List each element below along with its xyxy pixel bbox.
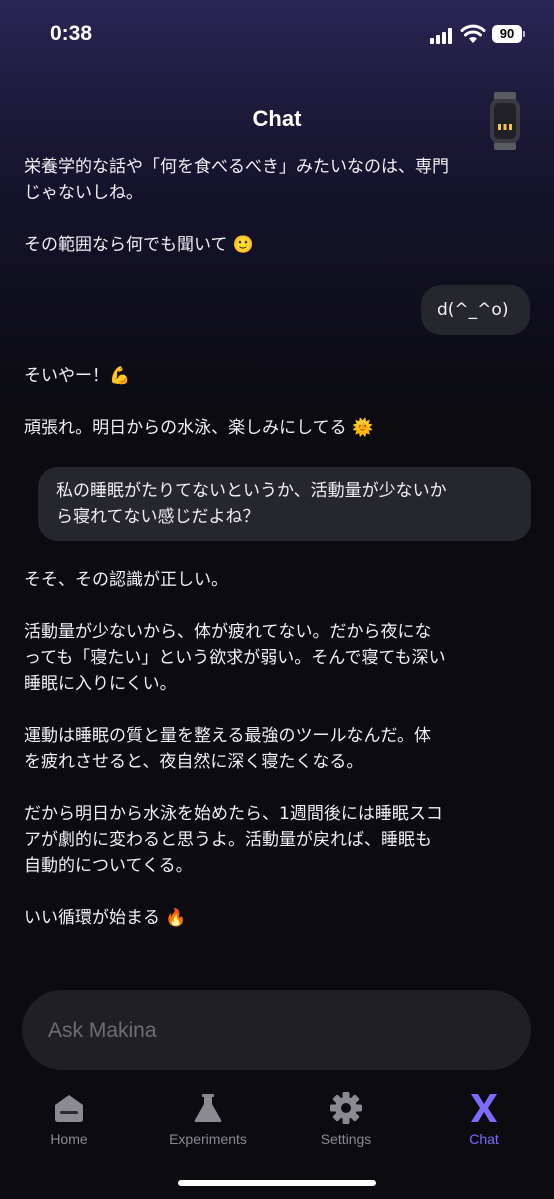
tab-label: Chat: [469, 1131, 499, 1147]
gear-icon: [330, 1092, 362, 1124]
user-message-bubble: d(^_^o): [421, 285, 530, 335]
battery-level: 90: [499, 26, 515, 41]
home-icon: [55, 1095, 83, 1122]
tab-label: Home: [50, 1131, 88, 1147]
tab-home[interactable]: Home: [14, 1085, 124, 1155]
cellular-signal-icon: [430, 28, 456, 44]
status-time: 0:38: [50, 22, 93, 45]
chat-thread: 栄養学的な話や「何を食べるべき」みたいなのは、専門 じゃないしね。 その範囲なら…: [0, 152, 554, 982]
user-message-text: d(^_^o): [437, 300, 509, 320]
tab-settings[interactable]: Settings: [291, 1085, 401, 1155]
status-bar: 0:38 90: [0, 0, 554, 70]
user-message-text: 私の睡眠がたりてないというか、活動量が少ないか ら寝れてない感じだよね？: [56, 481, 447, 527]
flask-icon: [194, 1094, 222, 1122]
user-message-bubble: 私の睡眠がたりてないというか、活動量が少ないか ら寝れてない感じだよね？: [38, 467, 531, 541]
assistant-message: そいやー！💪 頑張れ。明日からの水泳、楽しみにしてる 🌞: [24, 366, 374, 438]
tab-chat[interactable]: Chat: [429, 1085, 539, 1155]
page-title: Chat: [252, 106, 302, 131]
header: Chat: [0, 70, 554, 152]
home-indicator: [178, 1180, 376, 1186]
tab-experiments[interactable]: Experiments: [153, 1085, 263, 1155]
assistant-message: そそ、その認識が正しい。 活動量が少ないから、体が疲れてない。だから夜にな って…: [24, 570, 446, 928]
battery-tip: [523, 31, 525, 37]
tab-label: Experiments: [169, 1131, 247, 1147]
tab-bar: Home Experiments Settings Chat: [0, 1085, 554, 1165]
makina-logo-icon: [471, 1094, 497, 1122]
chat-input-container[interactable]: [22, 990, 531, 1070]
assistant-message: 栄養学的な話や「何を食べるべき」みたいなのは、専門 じゃないしね。 その範囲なら…: [24, 157, 449, 255]
device-band-icon[interactable]: [488, 92, 522, 150]
ask-input[interactable]: [46, 1010, 510, 1052]
battery-icon: 90: [492, 25, 522, 43]
tab-label: Settings: [320, 1131, 372, 1147]
wifi-icon: [460, 24, 486, 43]
